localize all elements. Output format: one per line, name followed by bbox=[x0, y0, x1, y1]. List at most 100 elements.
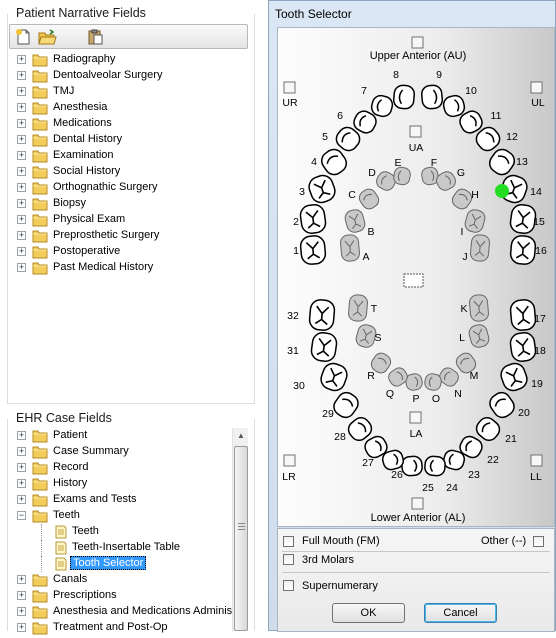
upper-tooth-9[interactable] bbox=[420, 84, 444, 110]
primary-tooth-label: B bbox=[367, 226, 374, 238]
upper-tooth-4[interactable] bbox=[318, 146, 350, 178]
expand-icon[interactable]: + bbox=[17, 247, 26, 256]
primary-tooth-A[interactable] bbox=[340, 234, 360, 262]
scroll-up-icon[interactable]: ▲ bbox=[233, 428, 249, 444]
folder-icon bbox=[32, 69, 48, 83]
tree-item-label: Teeth bbox=[53, 509, 80, 521]
folder-icon bbox=[32, 261, 48, 275]
ok-button[interactable]: OK bbox=[332, 603, 405, 623]
primary-tooth-I[interactable] bbox=[463, 208, 486, 234]
tooth-number-label: 17 bbox=[534, 313, 546, 325]
lower-tooth-20[interactable] bbox=[487, 389, 518, 421]
upper-tooth-1[interactable] bbox=[299, 235, 327, 265]
expand-icon[interactable]: + bbox=[17, 607, 26, 616]
expand-icon[interactable]: + bbox=[17, 479, 26, 488]
upper-tooth-2[interactable] bbox=[299, 203, 327, 234]
lower-tooth-31[interactable] bbox=[310, 331, 338, 362]
ll-checkbox[interactable] bbox=[530, 454, 543, 467]
cancel-button[interactable]: Cancel bbox=[424, 603, 497, 623]
tree-item-label: Patient bbox=[53, 429, 88, 441]
primary-tooth-L[interactable] bbox=[467, 323, 490, 349]
ur-checkbox[interactable] bbox=[283, 81, 296, 94]
expand-icon[interactable]: + bbox=[17, 119, 26, 128]
upper-tooth-16[interactable] bbox=[509, 235, 537, 265]
center-selection-box[interactable] bbox=[403, 273, 424, 288]
tooth-number-label: 29 bbox=[322, 408, 334, 420]
expand-icon[interactable]: + bbox=[17, 495, 26, 504]
expand-icon[interactable]: + bbox=[17, 199, 26, 208]
la-checkbox[interactable] bbox=[409, 411, 422, 424]
primary-tooth-label: P bbox=[412, 393, 419, 405]
folder-icon bbox=[32, 605, 48, 619]
primary-tooth-C[interactable] bbox=[357, 186, 382, 211]
lower-tooth-17[interactable] bbox=[509, 299, 537, 331]
folder-icon bbox=[32, 589, 48, 603]
folder-icon bbox=[32, 445, 48, 459]
tooth-number-label: 21 bbox=[505, 433, 517, 445]
scroll-thumb[interactable] bbox=[234, 446, 248, 631]
collapse-icon[interactable]: − bbox=[17, 511, 26, 520]
folder-icon bbox=[32, 101, 48, 115]
lower-tooth-19[interactable] bbox=[498, 361, 529, 394]
tree-item-label: Exams and Tests bbox=[53, 493, 137, 505]
new-document-icon[interactable] bbox=[14, 28, 34, 46]
upper-tooth-13[interactable] bbox=[486, 146, 518, 178]
expand-icon[interactable]: + bbox=[17, 71, 26, 80]
upper-tooth-8[interactable] bbox=[392, 84, 416, 110]
primary-tooth-J[interactable] bbox=[470, 234, 490, 262]
lower-tooth-24[interactable] bbox=[424, 455, 446, 477]
lr-checkbox[interactable] bbox=[283, 454, 296, 467]
primary-tooth-label: C bbox=[348, 189, 356, 201]
tooth-number-label: 20 bbox=[518, 407, 530, 419]
other-label: Other (--) bbox=[481, 535, 527, 547]
expand-icon[interactable]: + bbox=[17, 55, 26, 64]
folder-icon bbox=[32, 213, 48, 227]
expand-icon[interactable]: + bbox=[17, 103, 26, 112]
expand-icon[interactable]: + bbox=[17, 183, 26, 192]
expand-icon[interactable]: + bbox=[17, 231, 26, 240]
third-molars-checkbox[interactable] bbox=[283, 554, 294, 565]
primary-tooth-T[interactable] bbox=[348, 294, 368, 322]
other-checkbox[interactable] bbox=[533, 536, 544, 547]
lower-tooth-18[interactable] bbox=[509, 331, 537, 362]
upper-tooth-3[interactable] bbox=[306, 173, 337, 206]
expand-icon[interactable]: + bbox=[17, 87, 26, 96]
ul-label: UL bbox=[531, 97, 545, 109]
full-mouth-checkbox[interactable] bbox=[283, 536, 294, 547]
expand-icon[interactable]: + bbox=[17, 431, 26, 440]
folder-icon bbox=[32, 117, 48, 131]
tooth-number-label: 16 bbox=[535, 245, 547, 257]
expand-icon[interactable]: + bbox=[17, 463, 26, 472]
primary-tooth-label: T bbox=[371, 303, 378, 315]
folder-icon bbox=[32, 245, 48, 259]
third-molars-label: 3rd Molars bbox=[302, 554, 354, 566]
primary-tooth-label: A bbox=[362, 251, 369, 263]
expand-icon[interactable]: + bbox=[17, 447, 26, 456]
separator bbox=[282, 551, 550, 552]
tree-item-label: Treatment and Post-Op bbox=[53, 621, 168, 633]
lower-anterior-checkbox[interactable] bbox=[411, 497, 424, 510]
lower-tooth-25[interactable] bbox=[401, 455, 423, 477]
tooth-selector-dialog: Tooth Selector Upper Anterior (AU) Lower… bbox=[268, 0, 556, 632]
expand-icon[interactable]: + bbox=[17, 575, 26, 584]
lower-tooth-32[interactable] bbox=[308, 299, 336, 331]
expand-icon[interactable]: + bbox=[17, 591, 26, 600]
lower-tooth-29[interactable] bbox=[331, 389, 362, 421]
lower-tooth-30[interactable] bbox=[318, 361, 349, 394]
paste-icon[interactable] bbox=[86, 28, 106, 46]
expand-icon[interactable]: + bbox=[17, 151, 26, 160]
primary-tooth-K[interactable] bbox=[469, 294, 489, 322]
ul-checkbox[interactable] bbox=[530, 81, 543, 94]
ehr-scrollbar[interactable]: ▲ bbox=[232, 428, 248, 631]
folder-icon bbox=[32, 165, 48, 179]
expand-icon[interactable]: + bbox=[17, 215, 26, 224]
supernumerary-checkbox[interactable] bbox=[283, 580, 294, 591]
tree-item-label: History bbox=[53, 477, 88, 489]
expand-icon[interactable]: + bbox=[17, 167, 26, 176]
open-folder-icon[interactable] bbox=[37, 28, 57, 46]
upper-anterior-checkbox[interactable] bbox=[411, 36, 424, 49]
expand-icon[interactable]: + bbox=[17, 263, 26, 272]
primary-tooth-B[interactable] bbox=[343, 208, 366, 234]
expand-icon[interactable]: + bbox=[17, 135, 26, 144]
ua-checkbox[interactable] bbox=[409, 125, 422, 138]
